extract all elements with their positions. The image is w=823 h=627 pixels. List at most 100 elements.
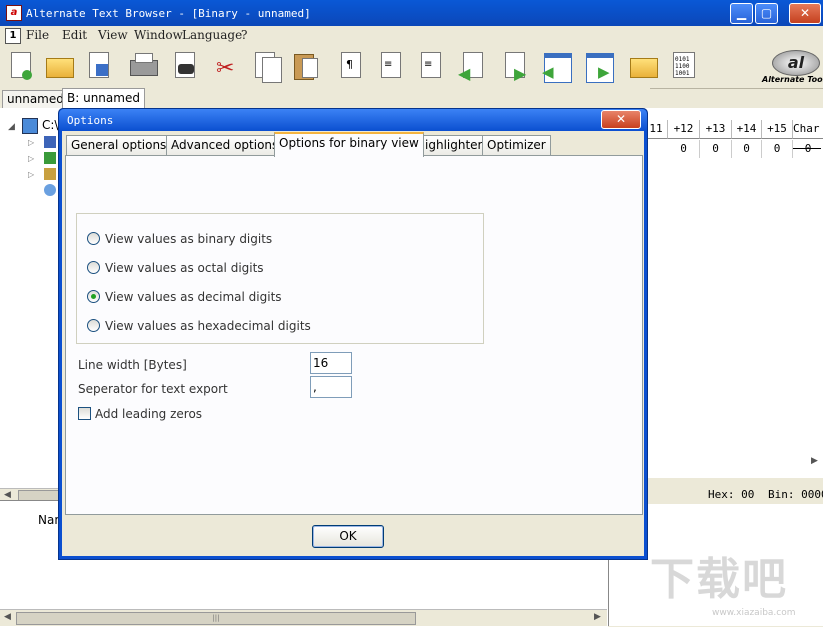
menu-window[interactable]: Window [134,28,183,42]
paste-icon[interactable] [292,50,322,82]
radio-icon[interactable] [87,261,100,274]
menu-file[interactable]: File [26,28,49,42]
tab-optimizer[interactable]: Optimizer [482,135,551,155]
list-horizontal-scrollbar[interactable]: ◀ ||| ▶ [0,609,607,626]
hex-column-header: Char [793,120,823,139]
radio-label: View values as octal digits [105,261,264,275]
menu-help[interactable]: ? [241,28,247,42]
menu-view[interactable]: View [98,28,128,42]
folder-icon[interactable] [628,50,658,82]
alternate-tools-logo: al Alternate Tools [762,46,823,88]
document-icon[interactable]: 1 [5,28,21,44]
radio-hexadecimal[interactable]: View values as hexadecimal digits [87,317,311,335]
dialog-titlebar: Options ✕ [59,109,647,131]
watermark-url: www.xiazaiba.com [712,608,796,618]
tree-toggle-icon[interactable]: ▷ [28,170,34,179]
window-title: Alternate Text Browser - [Binary - unnam… [26,7,311,20]
status-bin: Bin: 0000 [768,488,823,501]
indent-icon[interactable]: ≡ [376,50,406,82]
hex-cell[interactable]: 0 [732,140,762,158]
value-format-group: View values as binary digits View values… [76,213,484,344]
tab-binary-unnamed[interactable]: B: unnamed [62,88,145,108]
radio-icon[interactable] [87,319,100,332]
hex-column-header: +14 [732,120,762,139]
separator-label: Seperator for text export [78,382,228,396]
computer-icon [22,118,38,134]
app-icon: a [6,5,22,21]
radio-binary[interactable]: View values as binary digits [87,230,272,248]
leading-zeros-label: Add leading zeros [95,407,203,421]
menu-edit[interactable]: Edit [62,28,87,42]
checkbox-icon[interactable] [78,407,91,420]
radio-label: View values as decimal digits [105,290,282,304]
tree-toggle-icon[interactable]: ▷ [28,138,34,147]
minimize-button[interactable]: ▁ [730,3,753,24]
scroll-right-icon[interactable]: ▶ [594,612,601,622]
radio-checked-icon[interactable] [87,290,100,303]
next-page-icon[interactable]: ▶ [500,50,530,83]
menu-bar: 1 File Edit View Window Language ? [0,26,823,46]
hex-column-header: +12 [668,120,700,139]
status-hex: Hex: 00 [708,488,755,501]
ok-button[interactable]: OK [312,525,384,548]
hex-view: 11 +12 +13 +14 +15 Char 0 0 0 0 0 ▶ [645,108,823,478]
toolbar: ✂ ¶ ≡ ≡ ◀ ▶ ◀ ▶ 0101 1100 1001 [0,46,823,89]
new-file-icon[interactable] [6,50,36,82]
binary-file-icon[interactable]: 0101 1100 1001 [668,50,698,82]
logo-text: Alternate Tools [762,75,823,84]
hex-column-header: 11 [645,120,668,139]
scroll-right-icon[interactable]: ▶ [811,456,818,466]
hex-cell[interactable]: 0 [668,140,700,158]
char-cell[interactable] [793,148,821,149]
radio-label: View values as binary digits [105,232,273,246]
hex-column-header: +13 [700,120,732,139]
paragraph-icon[interactable]: ¶ [336,50,366,82]
hex-cell[interactable]: 0 [793,140,823,158]
tab-advanced-options[interactable]: Advanced options [166,135,284,155]
drive-icon [44,152,56,164]
line-width-label: Line width [Bytes] [78,358,187,372]
menu-language[interactable]: Language [182,28,242,42]
scroll-left-icon[interactable]: ◀ [4,490,11,500]
dialog-body: General options Advanced options Options… [62,131,644,556]
maximize-button[interactable]: ▢ [755,3,778,24]
tree-root-label[interactable]: C:\ [42,118,58,132]
copy-icon[interactable] [252,50,282,83]
close-button[interactable]: ✕ [789,3,821,24]
network-icon [44,184,56,196]
tree-toggle-icon[interactable]: ▷ [28,154,34,163]
separator-input[interactable]: , [310,376,352,398]
tab-general-options[interactable]: General options [66,135,172,155]
folder-icon [44,168,56,180]
hex-cell[interactable]: 0 [700,140,732,158]
outdent-icon[interactable]: ≡ [416,50,446,82]
prev-page-icon[interactable]: ◀ [458,50,488,83]
print-icon[interactable] [128,50,158,82]
open-folder-icon[interactable] [44,50,74,82]
prev-window-icon[interactable]: ◀ [542,50,572,83]
cut-icon[interactable]: ✂ [212,50,242,82]
tab-panel: View values as binary digits View values… [65,155,643,515]
dialog-close-button[interactable]: ✕ [601,110,641,129]
drive-icon [44,136,56,148]
file-tree: ◢ C:\ ▷ ▷ ▷ [0,108,63,488]
scroll-left-icon[interactable]: ◀ [4,612,11,622]
options-dialog: Options ✕ General options Advanced optio… [58,108,648,560]
window-titlebar: a Alternate Text Browser - [Binary - unn… [0,0,823,26]
leading-zeros-checkbox[interactable]: Add leading zeros [78,407,202,421]
tab-options-binary-view[interactable]: Options for binary view [274,132,424,157]
radio-octal[interactable]: View values as octal digits [87,259,264,277]
dialog-title: Options [67,114,114,127]
radio-decimal[interactable]: View values as decimal digits [87,288,282,306]
scroll-thumb[interactable]: ||| [16,612,416,625]
hex-column-header: +15 [762,120,793,139]
binoculars-icon[interactable] [170,50,200,82]
line-width-input[interactable]: 16 [310,352,352,374]
tree-expand-icon[interactable]: ◢ [8,122,15,132]
hex-cell[interactable]: 0 [762,140,793,158]
next-window-icon[interactable]: ▶ [584,50,614,83]
save-icon[interactable] [84,50,114,82]
document-tabs: unnamed* B: unnamed [0,88,650,108]
radio-label: View values as hexadecimal digits [105,319,311,333]
radio-icon[interactable] [87,232,100,245]
